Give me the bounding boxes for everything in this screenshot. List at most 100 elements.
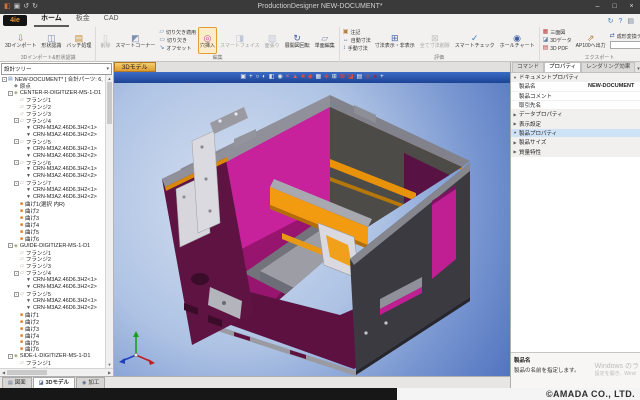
tree-item[interactable]: ◆原点 <box>0 83 105 90</box>
viewport-tab-3d-model[interactable]: 3Dモデル <box>114 62 156 72</box>
property-row[interactable]: ▶製品サイズ <box>511 138 640 147</box>
tree-item[interactable]: -▱フランジ5 <box>0 138 105 145</box>
scrollbar-thumb[interactable] <box>107 82 112 124</box>
smart-face-button[interactable]: ◨スマートフェイス <box>218 27 262 54</box>
three-view-button[interactable]: ▦三面図 <box>543 29 572 36</box>
ribbon-tab-板金[interactable]: 板金 <box>69 13 97 27</box>
app-logo[interactable]: 4ie <box>3 15 27 26</box>
property-row[interactable]: 製品コメント <box>511 92 640 101</box>
tree-expander[interactable]: - <box>2 77 7 82</box>
tree-item[interactable]: ▱フランジ1 <box>0 360 105 367</box>
forming-conversion-table-select[interactable]: ▾ <box>610 41 640 49</box>
viewport-3d-scene[interactable] <box>114 83 510 376</box>
viewport-tool-icon[interactable]: ◐ <box>262 74 266 81</box>
tree-item[interactable]: ▼CRN-M3A2.46D6.3H2<2> <box>0 284 105 291</box>
panel-tab-レンダリング効果[interactable]: レンダリング効果 <box>581 62 635 72</box>
close-button[interactable]: × <box>623 0 640 14</box>
tree-item[interactable]: ▼CRN-M3A2.46D6.3H2<1> <box>0 166 105 173</box>
viewport-tool-icon[interactable]: ⊠ <box>340 74 345 81</box>
tree-expander[interactable]: - <box>8 91 13 96</box>
tree-item[interactable]: -◈SIDE-L-DIGITIZER-MS-1-D1 <box>0 353 105 360</box>
panel-toggle-icon[interactable]: ▤ <box>627 17 634 27</box>
redo-icon[interactable]: ↻ <box>32 0 38 14</box>
3d-data-button[interactable]: ◪3Dデータ <box>543 37 572 44</box>
notch-button[interactable]: ▭切り欠き <box>159 37 196 44</box>
offset-button[interactable]: ↘オフセット <box>159 45 196 52</box>
tree-vertical-scrollbar[interactable]: ▲ ▼ <box>105 75 113 368</box>
unfold-rotate-button[interactable]: ↻展開図回転 <box>283 27 312 54</box>
tree-item[interactable]: ■曲げ4 <box>0 221 105 228</box>
tree-expander[interactable]: - <box>14 118 19 123</box>
batch-process-button[interactable]: ▤バッチ処理 <box>64 27 93 54</box>
single-face-edit-button[interactable]: ▱単面編集 <box>313 27 337 54</box>
chevron-down-icon[interactable]: ▾ <box>635 66 640 72</box>
minimize-button[interactable]: – <box>589 0 606 14</box>
tree-item[interactable]: -▱フランジ6 <box>0 159 105 166</box>
bottom-tab-3Dモデル[interactable]: ◪3Dモデル <box>33 377 75 388</box>
property-row[interactable]: 取引先名 <box>511 101 640 110</box>
tree-item[interactable]: ▼CRN-M3A2.46D6.3H2<1> <box>0 187 105 194</box>
property-row[interactable]: ▶質量特性 <box>511 147 640 156</box>
tree-item[interactable]: -▤NEW-DOCUMENT* [ 合計パーツ: 6, ユ <box>0 76 105 83</box>
viewport-tool-icon[interactable]: × <box>286 74 290 81</box>
tree-item[interactable]: ▱フランジ3 <box>0 111 105 118</box>
ribbon-tab-ホーム[interactable]: ホーム <box>34 13 69 27</box>
help-icon[interactable]: ? <box>618 17 622 27</box>
viewport-tool-icon[interactable]: ◪ <box>348 74 354 81</box>
maximize-button[interactable]: □ <box>606 0 623 14</box>
ap100-output-button[interactable]: ⇗AP100へ出力 <box>574 27 608 54</box>
tree-item[interactable]: ■曲げ2 <box>0 318 105 325</box>
notch-apply-button[interactable]: ▱切り欠き適用 <box>159 29 196 36</box>
tree-expander[interactable]: - <box>14 139 19 144</box>
smart-check-button[interactable]: ✓スマートチェック <box>453 27 497 54</box>
tree-item[interactable]: ■曲げ1(選択 内R) <box>0 201 105 208</box>
tree-item[interactable]: -◈CENTER-R-DIGITIZER-MS-1-D1 <box>0 90 105 97</box>
ribbon-tab-CAD[interactable]: CAD <box>97 13 126 27</box>
scroll-down-icon[interactable]: ▼ <box>106 361 113 368</box>
tree-item[interactable]: -▱フランジ4 <box>0 270 105 277</box>
forming-conversion-table-button[interactable]: ⇄成形変換テーブル <box>610 33 640 40</box>
viewport-tool-icon[interactable]: ◧ <box>269 74 275 81</box>
tree-item[interactable]: ▼CRN-M3A2.46D6.3H2<1> <box>0 124 105 131</box>
tree-item[interactable]: -◈GUIDE-DIGITIZER-MS-1-D1 <box>0 242 105 249</box>
property-row[interactable]: 製品名NEW-DOCUMENT <box>511 82 640 91</box>
tree-expander[interactable]: - <box>8 243 13 248</box>
scrollbar-thumb[interactable] <box>7 370 47 375</box>
delete-all-dimensions-button[interactable]: ⊠全て寸法削除 <box>418 27 452 54</box>
tree-expander[interactable]: - <box>14 181 19 186</box>
tree-item[interactable]: ■曲げ4 <box>0 332 105 339</box>
3d-import-button[interactable]: ⇩3Dインポート <box>3 27 38 54</box>
face-fill-button[interactable]: ▧面張り <box>263 27 282 54</box>
viewport-tool-icon[interactable]: ◈ <box>324 74 329 81</box>
scroll-left-icon[interactable]: ◀ <box>0 369 7 376</box>
manual-dimension-button[interactable]: ↕手動寸法 <box>343 45 371 52</box>
tree-item[interactable]: ■曲げ6 <box>0 346 105 353</box>
tree-item[interactable]: ■曲げ6 <box>0 235 105 242</box>
viewport-tool-icon[interactable]: ◉ <box>278 74 283 81</box>
scroll-up-icon[interactable]: ▲ <box>106 75 113 82</box>
tree-item[interactable]: ▼CRN-M3A2.46D6.3H2<1> <box>0 145 105 152</box>
save-icon[interactable]: ▣ <box>14 0 21 14</box>
tree-item[interactable]: ■曲げ5 <box>0 339 105 346</box>
tree-expander[interactable]: - <box>14 160 19 165</box>
annotation-button[interactable]: ▣注記 <box>343 29 371 36</box>
property-row[interactable]: ▼製品プロパティ <box>511 129 640 138</box>
delete-button[interactable]: ▯削除 <box>98 27 112 54</box>
shape-recognition-button[interactable]: ◫形状認識 <box>39 27 63 54</box>
viewport-tool-icon[interactable]: ▣ <box>240 74 246 81</box>
app-menu-icon[interactable]: ◧ <box>4 0 11 14</box>
property-row[interactable]: ▶表示設定 <box>511 119 640 128</box>
tree-item[interactable]: -▱フランジ4 <box>0 118 105 125</box>
scroll-right-icon[interactable]: ▶ <box>106 369 113 376</box>
design-tree-header[interactable]: 設計ツリー ▾ <box>1 63 112 75</box>
viewport-tool-icon[interactable]: ▤ <box>357 74 363 81</box>
auto-dimension-button[interactable]: ↔自動寸法 <box>343 37 371 44</box>
tree-item[interactable]: ▼CRN-M3A2.46D6.3H2<2> <box>0 194 105 201</box>
tree-item[interactable]: ■曲げ1 <box>0 311 105 318</box>
3d-pdf-button[interactable]: ▤3D PDF <box>543 45 572 52</box>
tree-item[interactable]: ▱フランジ1 <box>0 249 105 256</box>
property-row[interactable]: ▶データプロパティ <box>511 110 640 119</box>
hole-chart-button[interactable]: ◉ホールチャート <box>498 27 537 54</box>
smart-corner-button[interactable]: ◩スマートコーナー <box>113 27 157 54</box>
viewport-tool-icon[interactable]: + <box>380 74 384 81</box>
